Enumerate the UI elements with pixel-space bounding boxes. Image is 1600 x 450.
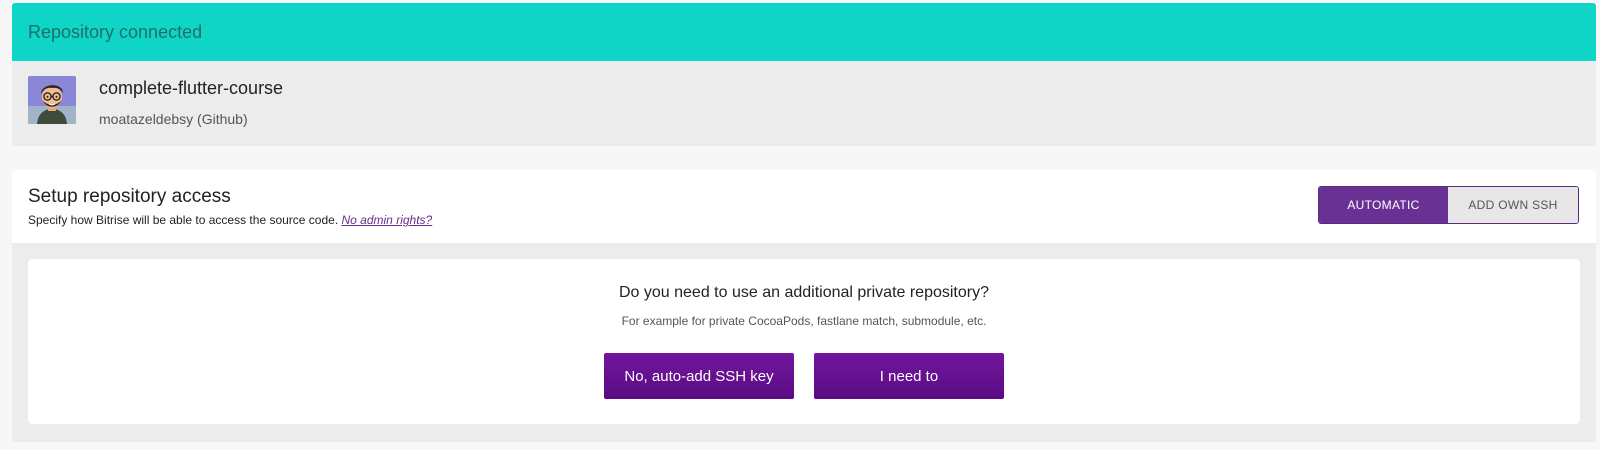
setup-access-description: Specify how Bitrise will be able to acce…	[28, 213, 339, 227]
automatic-toggle-button[interactable]: AUTOMATIC	[1319, 187, 1448, 223]
repository-info: complete-flutter-course moatazeldebsy (G…	[12, 61, 1596, 146]
i-need-to-button[interactable]: I need to	[814, 353, 1004, 399]
avatar	[28, 76, 76, 124]
private-repo-question-box: Do you need to use an additional private…	[28, 259, 1580, 424]
access-mode-toggle: AUTOMATIC ADD OWN SSH	[1318, 186, 1579, 224]
repository-connected-banner: Repository connected	[12, 3, 1596, 61]
add-own-ssh-toggle-button[interactable]: ADD OWN SSH	[1448, 187, 1578, 223]
setup-access-panel: Setup repository access Specify how Bitr…	[12, 170, 1596, 442]
setup-access-title: Setup repository access	[28, 186, 231, 207]
setup-access-header: Setup repository access Specify how Bitr…	[12, 170, 1596, 243]
setup-access-subtitle: Specify how Bitrise will be able to acce…	[28, 213, 432, 227]
no-admin-rights-link[interactable]: No admin rights?	[342, 213, 433, 227]
repository-owner: moatazeldebsy (Github)	[99, 111, 248, 127]
repository-card: Repository connected complete-flutter-co…	[12, 3, 1596, 146]
repository-name: complete-flutter-course	[99, 78, 284, 98]
private-repo-question: Do you need to use an additional private…	[618, 284, 989, 301]
private-repo-question-note: For example for private CocoaPods, fastl…	[621, 314, 987, 328]
banner-title: Repository connected	[28, 21, 203, 42]
auto-add-ssh-key-button[interactable]: No, auto-add SSH key	[604, 353, 794, 399]
question-button-row: No, auto-add SSH key I need to	[28, 353, 1580, 399]
avatar-image	[28, 76, 76, 124]
